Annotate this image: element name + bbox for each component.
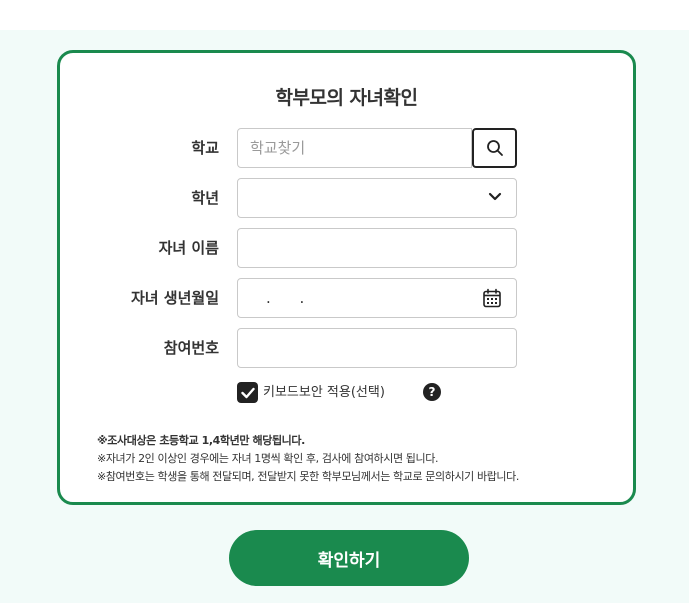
birthdate-value: . . (266, 289, 317, 307)
birthdate-label: 자녀 생년월일 (130, 289, 219, 307)
note-siblings: ※자녀가 2인 이상인 경우에는 자녀 1명씩 확인 후, 검사에 참여하시면 … (97, 452, 439, 465)
search-icon (486, 140, 503, 156)
grade-select[interactable] (237, 178, 517, 218)
school-search-input[interactable] (238, 129, 471, 167)
participation-number-row: 참여번호 (60, 328, 633, 368)
school-search-button[interactable] (472, 128, 517, 168)
calendar-icon[interactable] (482, 288, 502, 308)
grade-row: 학년 (60, 178, 633, 218)
birthdate-field[interactable]: . . (237, 278, 517, 318)
keyboard-security-checkbox[interactable] (237, 382, 258, 403)
page-title: 학부모의 자녀확인 (275, 87, 418, 109)
notes: ※조사대상은 초등학교 1,4학년만 해당됩니다. ※자녀가 2인 이상인 경우… (97, 432, 613, 486)
top-band (0, 0, 689, 30)
child-verification-card: 학부모의 자녀확인 학교 학년 자녀 이름 자녀 생년월일 (57, 50, 636, 505)
school-field[interactable] (237, 128, 472, 168)
school-row: 학교 (60, 128, 633, 168)
child-name-input[interactable] (238, 229, 516, 267)
participation-number-label: 참여번호 (163, 339, 219, 357)
participation-number-input[interactable] (238, 329, 516, 367)
note-participation-number: ※참여번호는 학생을 통해 전달되며, 전달받지 못한 학부모님께서는 학교로 … (97, 470, 519, 483)
keyboard-security-label: 키보드보안 적용(선택) (263, 385, 385, 400)
child-name-row: 자녀 이름 (60, 228, 633, 268)
note-target: ※조사대상은 초등학교 1,4학년만 해당됩니다. (97, 434, 305, 447)
child-name-field[interactable] (237, 228, 517, 268)
participation-number-field[interactable] (237, 328, 517, 368)
grade-label: 학년 (191, 189, 219, 207)
help-icon[interactable]: ? (423, 383, 441, 401)
child-name-label: 자녀 이름 (158, 239, 219, 257)
check-icon (240, 387, 255, 398)
confirm-button[interactable]: 확인하기 (229, 530, 469, 586)
school-label: 학교 (191, 139, 219, 157)
birthdate-row: 자녀 생년월일 . . (60, 278, 633, 318)
chevron-down-icon (488, 192, 502, 201)
